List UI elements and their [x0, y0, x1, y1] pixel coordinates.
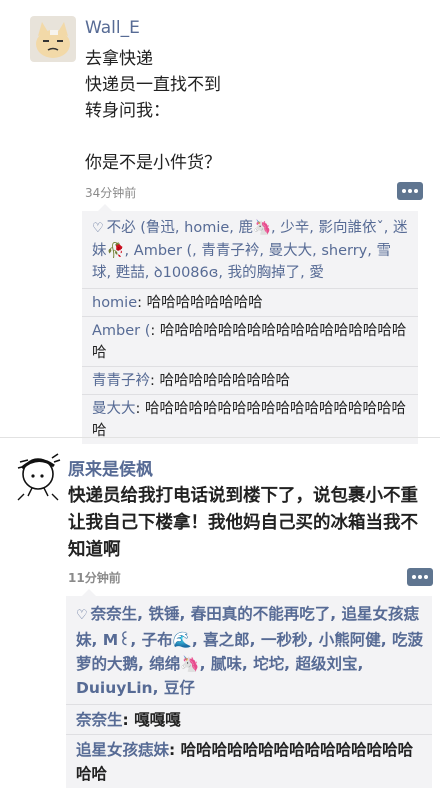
comment-text: 哈哈哈哈哈哈哈哈哈哈哈哈哈哈哈哈哈哈哈: [92, 401, 406, 439]
comment-item[interactable]: homie: 哈哈哈哈哈哈哈哈: [82, 289, 418, 316]
social-panel: ♡ 奈奈生, 铁锤, 春田真的不能再吃了, 追星女孩痣妹, M꒰, 子布🌊, 喜之…: [66, 589, 432, 788]
avatar-meme-face-icon: [30, 16, 76, 62]
avatar-doodle-girl-icon: [8, 448, 64, 504]
comment-item[interactable]: 青青子衿: 哈哈哈哈哈哈哈哈哈: [82, 367, 418, 394]
comment-item[interactable]: 奈奈生: 嘎嘎嘎: [66, 705, 432, 734]
comment-item[interactable]: Amber (: 哈哈哈哈哈哈哈哈哈哈哈哈哈哈哈哈哈哈: [82, 317, 418, 366]
social-panel: ♡ 不必 (鲁迅, homie, 鹿🦄, 少辛, 影向誰依ˇ, 迷妹🥀, Ambe…: [82, 204, 418, 444]
post-content: 快递员给我打电话说到楼下了，说包裹小不重让我自己下楼拿！我他妈自己买的冰箱当我不…: [68, 486, 418, 560]
username[interactable]: Wall_E: [85, 18, 140, 38]
post-time: 34分钟前: [85, 186, 137, 200]
comment-more-button[interactable]: [397, 182, 423, 200]
post-separator: [0, 437, 440, 438]
avatar[interactable]: [30, 16, 76, 62]
comment-author[interactable]: 奈奈生: [76, 711, 123, 729]
heart-icon: ♡: [92, 221, 104, 236]
comment-text: 哈哈哈哈哈哈哈哈: [146, 295, 263, 311]
username[interactable]: 原来是侯枫: [68, 455, 153, 480]
comment-item[interactable]: 追星女孩痣妹: 哈哈哈哈哈哈哈哈哈哈哈哈哈哈哈哈哈: [66, 735, 432, 788]
comment-more-button[interactable]: [407, 568, 433, 586]
likes-list[interactable]: ♡ 不必 (鲁迅, homie, 鹿🦄, 少辛, 影向誰依ˇ, 迷妹🥀, Ambe…: [82, 211, 418, 288]
likes-names: 奈奈生, 铁锤, 春田真的不能再吃了, 追星女孩痣妹, M꒰, 子布🌊, 喜之郎…: [76, 605, 424, 697]
post-time: 11分钟前: [68, 571, 121, 585]
comment-author[interactable]: homie: [92, 295, 137, 311]
comment-author[interactable]: 青青子衿: [92, 373, 150, 389]
likes-list[interactable]: ♡ 奈奈生, 铁锤, 春田真的不能再吃了, 追星女孩痣妹, M꒰, 子布🌊, 喜之…: [66, 596, 432, 704]
post-content: 去拿快递 快递员一直找不到 转身问我： 你是不是小件货？: [85, 49, 221, 173]
comment-author[interactable]: 追星女孩痣妹: [76, 741, 169, 759]
likes-names: 不必 (鲁迅, homie, 鹿🦄, 少辛, 影向誰依ˇ, 迷妹🥀, Amber…: [92, 220, 408, 281]
avatar[interactable]: [8, 448, 64, 504]
comment-text: 哈哈哈哈哈哈哈哈哈: [159, 373, 291, 389]
heart-icon: ♡: [76, 608, 88, 623]
comment-author[interactable]: Amber (: [92, 323, 150, 339]
comment-text: 嘎嘎嘎: [134, 711, 181, 729]
comment-author[interactable]: 曼大大: [92, 401, 136, 417]
